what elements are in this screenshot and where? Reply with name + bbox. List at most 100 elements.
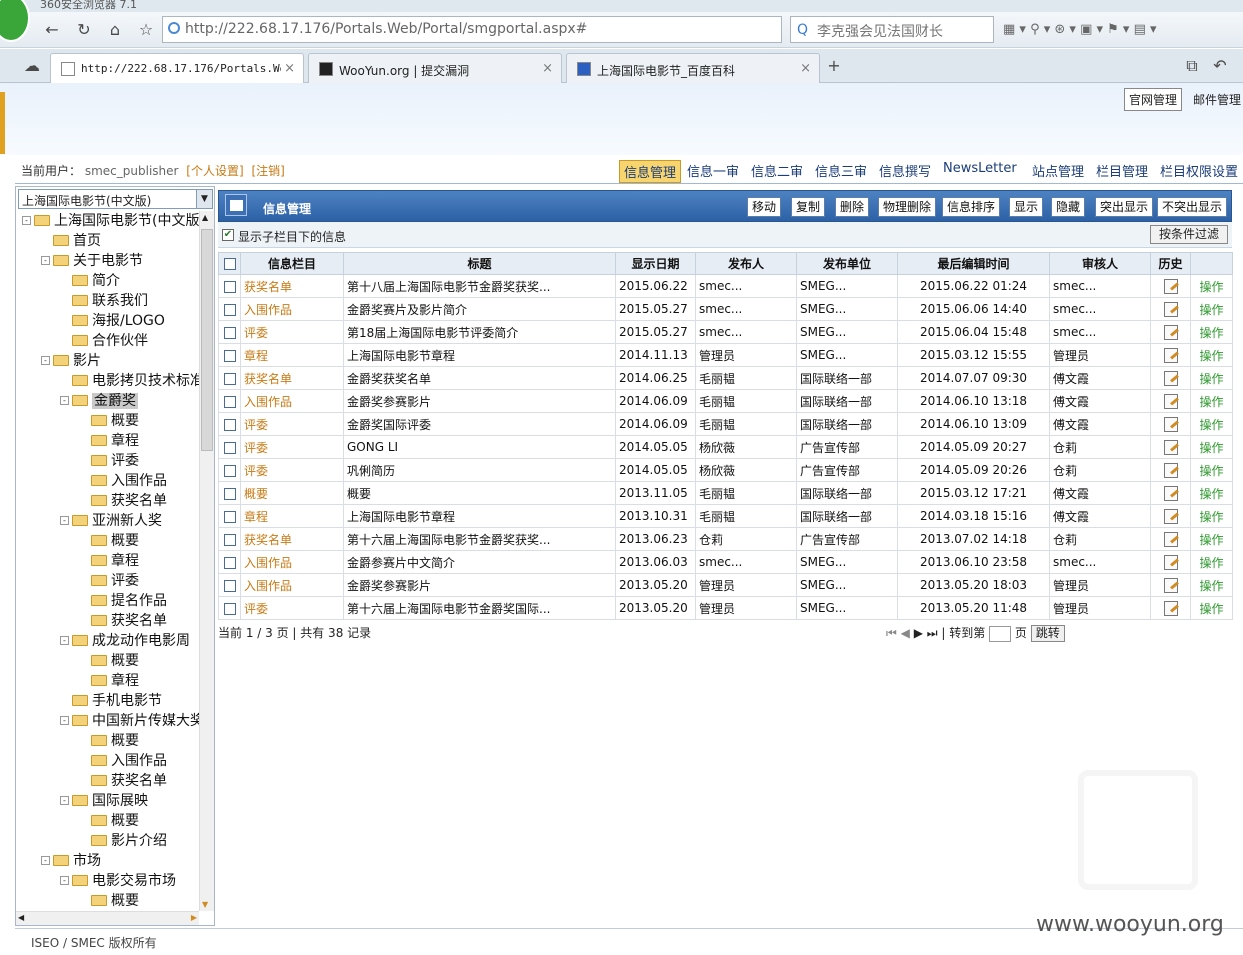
physical-delete-button[interactable]: 物理删除 [878,197,937,217]
title-cell[interactable]: GONG LI [343,435,616,459]
sort-button[interactable]: 信息排序 [942,197,1001,217]
history-cell[interactable] [1150,573,1191,597]
browser-tab-3[interactable]: 上海国际电影节_百度百科 × [566,53,820,83]
col-header[interactable]: 信息栏目 [240,252,344,275]
tree-node[interactable]: - 成龙动作电影周 [60,631,190,651]
title-cell[interactable]: 上海国际电影节章程 [343,504,616,528]
back-icon[interactable]: ← [40,18,64,42]
goto-page-input[interactable] [989,625,1012,642]
scroll-left-icon[interactable]: ◀ [18,913,24,922]
history-edit-icon[interactable] [1163,508,1178,524]
history-cell[interactable] [1150,504,1191,528]
move-button[interactable]: 移动 [747,197,782,217]
filter-button[interactable]: 按条件过滤 [1149,225,1228,244]
scroll-up-icon[interactable]: ▲ [202,213,208,222]
title-cell[interactable]: 金爵奖赛片及影片简介 [343,297,616,321]
tree-node[interactable]: 评委 [79,451,139,471]
delete-button[interactable]: 删除 [835,197,870,217]
history-cell[interactable] [1150,297,1191,321]
table-row[interactable]: 章程 上海国际电影节章程 2014.11.13 管理员 SMEG... 2015.03.1… [218,343,1233,367]
tree-node[interactable]: - 关于电影节 [41,251,143,271]
tree-node[interactable]: 手机电影节 [60,691,162,711]
title-cell[interactable]: 金爵奖国际评委 [343,412,616,436]
operate-link[interactable]: 操作 [1190,343,1233,367]
copy-button[interactable]: 复制 [791,197,826,217]
tree-vertical-scrollbar[interactable]: ▲ ▼ [199,211,214,911]
menu-review-2[interactable]: 信息二审 [747,160,807,181]
tree-node[interactable]: 简介 [60,271,120,291]
category-cell[interactable]: 章程 [240,343,344,367]
operate-link[interactable]: 操作 [1190,366,1233,390]
tree-node[interactable]: 入围作品 [79,471,167,491]
history-edit-icon[interactable] [1163,370,1178,386]
home-icon[interactable]: ⌂ [103,18,127,42]
row-select-cell[interactable] [218,412,241,436]
history-edit-icon[interactable] [1163,439,1178,455]
tree-node[interactable]: 章程 [79,671,139,691]
row-checkbox[interactable] [223,280,236,293]
menu-review-3[interactable]: 信息三审 [811,160,871,181]
row-select-cell[interactable] [218,297,241,321]
mail-admin-link[interactable]: 邮件管理 [1189,89,1243,110]
tree-node[interactable]: 影片介绍 [79,831,167,851]
personal-settings-link[interactable]: [个人设置] [186,164,243,178]
row-checkbox[interactable] [223,556,236,569]
menu-column-manage[interactable]: 栏目管理 [1092,160,1152,181]
tree-node[interactable]: 电影拷贝技术标准 [60,371,199,391]
collapse-icon[interactable]: - [60,515,69,525]
table-row[interactable]: 入围作品 金爵参赛片中文简介 2013.06.03 smec... SMEG... 201… [218,550,1233,574]
address-bar[interactable]: http://222.68.17.176/Portals.Web/Portal/… [162,16,782,43]
tree-node[interactable]: 获奖名单 [79,491,167,511]
table-row[interactable]: 入围作品 金爵奖参赛影片 2013.05.20 管理员 SMEG... 2013.05.2… [218,573,1233,597]
row-checkbox[interactable] [223,602,236,615]
row-checkbox[interactable] [223,326,236,339]
search-box[interactable]: Q 李克强会见法国财长 [790,16,994,43]
cloud-icon[interactable]: ☁ [20,54,44,78]
tree-node[interactable]: - 金爵奖 [60,391,138,411]
site-select[interactable]: 上海国际电影节(中文版) ▼ [18,189,213,209]
refresh-icon[interactable]: ↻ [72,18,96,42]
collapse-icon[interactable]: - [60,395,69,405]
tree-node[interactable]: - 国际展映 [60,791,148,811]
tree-node[interactable]: - 上海国际电影节(中文版 [22,211,199,231]
history-edit-icon[interactable] [1163,347,1178,363]
new-tab-icon[interactable]: + [822,54,846,78]
history-cell[interactable] [1150,550,1191,574]
history-cell[interactable] [1150,458,1191,482]
hide-button[interactable]: 隐藏 [1051,197,1086,217]
history-cell[interactable] [1150,320,1191,344]
row-checkbox[interactable] [223,441,236,454]
bookmark-star-icon[interactable]: ☆ [134,18,158,42]
history-edit-icon[interactable] [1163,600,1178,616]
collapse-icon[interactable]: - [60,795,69,805]
toolbar-extension-icons[interactable]: ▦ ▾ ⚲ ▾ ⊛ ▾ ▣ ▾ ⚑ ▾ ▤ ▾ [1003,22,1157,37]
history-cell[interactable] [1150,274,1191,298]
select-all-cell[interactable] [218,252,241,275]
history-cell[interactable] [1150,412,1191,436]
collapse-icon[interactable]: - [60,635,69,645]
row-checkbox[interactable] [223,395,236,408]
tree-node[interactable]: 合作伙伴 [60,331,148,351]
history-edit-icon[interactable] [1163,324,1178,340]
title-cell[interactable]: 第十六届上海国际电影节金爵奖国际... [343,596,616,620]
history-edit-icon[interactable] [1163,393,1178,409]
category-cell[interactable]: 章程 [240,504,344,528]
category-cell[interactable]: 入围作品 [240,550,344,574]
title-cell[interactable]: 金爵奖参赛影片 [343,573,616,597]
col-header[interactable]: 最后编辑时间 [897,252,1050,275]
operate-link[interactable]: 操作 [1190,550,1233,574]
collapse-icon[interactable]: - [41,855,50,865]
tree-node[interactable]: 联系我们 [60,291,148,311]
collapse-icon[interactable]: - [41,355,50,365]
next-page-icon[interactable]: ▶ [914,626,923,640]
tree-horizontal-scrollbar[interactable]: ◀ ▶ [16,911,199,925]
table-row[interactable]: 评委 巩俐简历 2014.05.05 杨欣薇 广告宣传部 2014.05.09 20:26… [218,458,1233,482]
history-cell[interactable] [1150,343,1191,367]
row-select-cell[interactable] [218,320,241,344]
operate-link[interactable]: 操作 [1190,320,1233,344]
logout-link[interactable]: [注销] [251,164,284,178]
tree-node[interactable]: 获奖名单 [79,771,167,791]
history-edit-icon[interactable] [1163,554,1178,570]
category-cell[interactable]: 评委 [240,596,344,620]
row-select-cell[interactable] [218,573,241,597]
